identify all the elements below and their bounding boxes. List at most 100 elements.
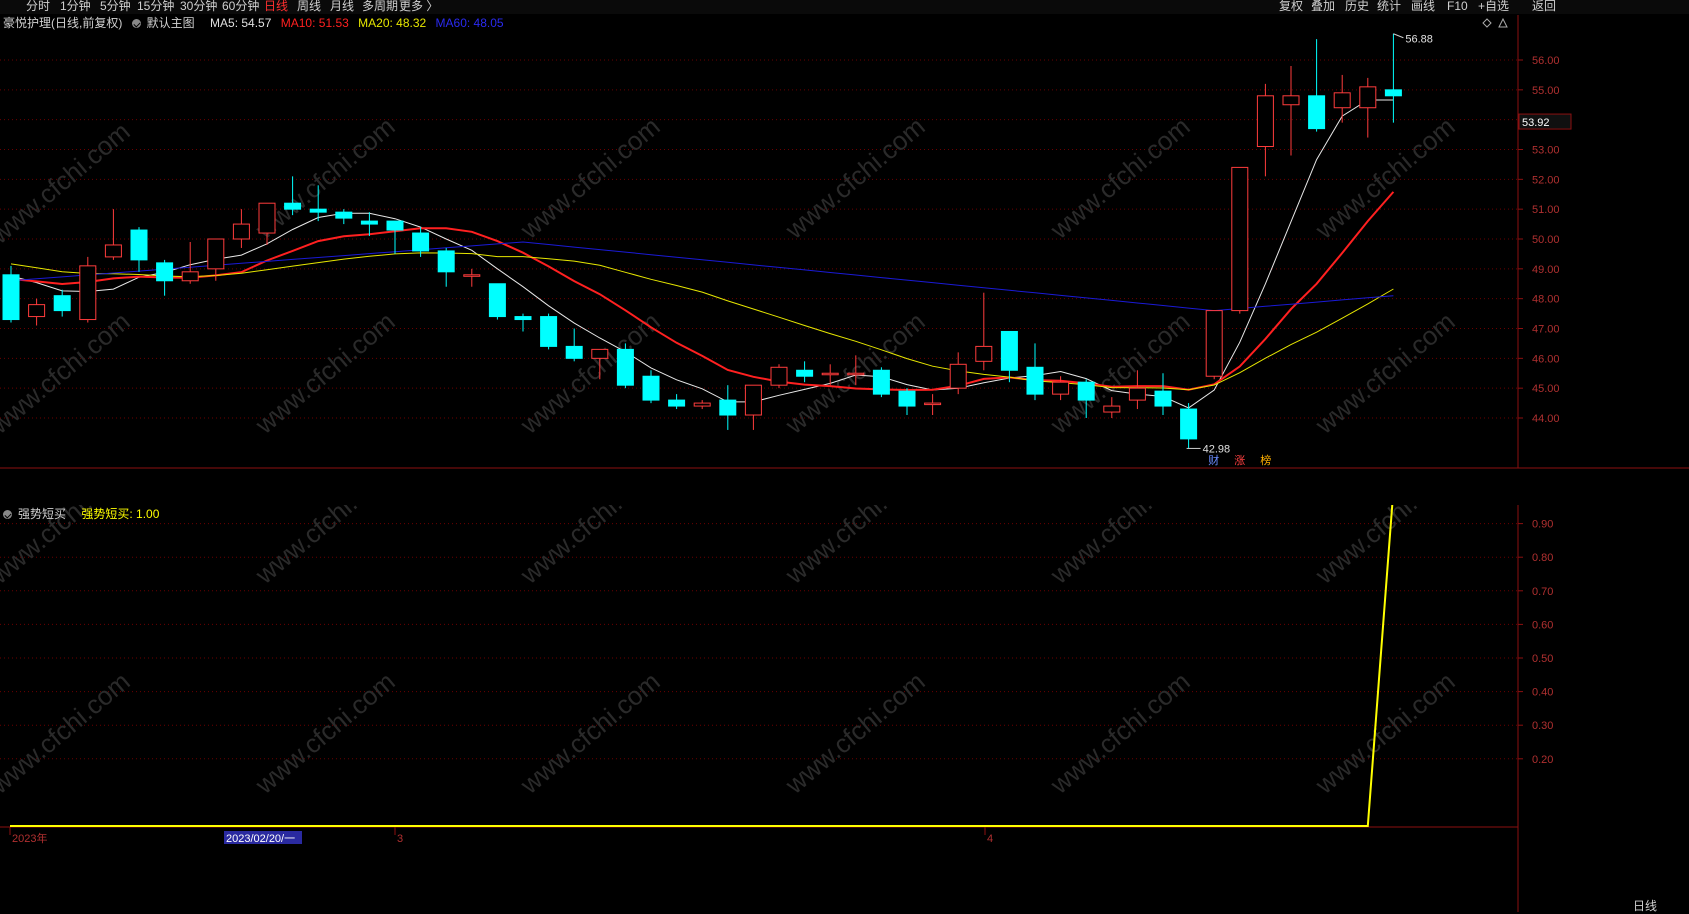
candle[interactable] <box>565 328 583 362</box>
watermark-text: www.cfchi.com <box>779 505 931 590</box>
candle[interactable] <box>130 227 148 272</box>
main-chart-name[interactable]: 默认主图 <box>131 16 201 30</box>
sub-y-tick-label: 0.30 <box>1532 720 1553 732</box>
ma10-value: MA10: 51.53 <box>280 16 349 30</box>
y-tick-label: 48.00 <box>1532 294 1560 306</box>
watermark-text: www.cfchi.com <box>1309 111 1461 245</box>
back-button[interactable]: 返回 <box>1532 0 1556 14</box>
candle[interactable] <box>1308 39 1326 132</box>
stock-title: 豪悦护理(日线,前复权) <box>3 16 123 30</box>
watermark-text: www.cfchi.com <box>1309 306 1461 440</box>
candle[interactable] <box>1384 33 1402 123</box>
candle[interactable] <box>1256 83 1274 177</box>
period-9[interactable]: 多周期 <box>362 0 398 14</box>
candle[interactable] <box>335 209 353 225</box>
candle[interactable] <box>668 394 686 410</box>
candle[interactable] <box>540 313 558 350</box>
candle[interactable] <box>1282 65 1300 156</box>
candle[interactable] <box>437 247 455 287</box>
candle[interactable] <box>1231 166 1249 314</box>
candle[interactable] <box>386 220 404 254</box>
candle[interactable] <box>744 384 762 430</box>
candle[interactable] <box>924 394 942 416</box>
period-3[interactable]: 15分钟 <box>137 0 174 14</box>
triangle-icon[interactable] <box>1498 17 1508 28</box>
candle[interactable] <box>104 209 122 260</box>
candle[interactable] <box>232 209 250 248</box>
high-pointer <box>1393 33 1404 39</box>
candle[interactable] <box>1359 77 1377 138</box>
period-0[interactable]: 分时 <box>26 0 50 14</box>
candle[interactable] <box>693 400 711 410</box>
candle[interactable] <box>360 212 378 237</box>
sub-y-tick-label: 0.50 <box>1532 653 1553 665</box>
indicator-legend: 强势短买 强势短买: 1.00 <box>3 507 165 521</box>
candle[interactable] <box>53 289 71 317</box>
kline-chart[interactable]: www.cfchi.com www.cfchi.com www.cfchi.com w… <box>0 15 1689 503</box>
watermark-text: www.cfchi.com <box>0 666 136 800</box>
period-6[interactable]: 日线 <box>264 0 288 14</box>
add-favorite-button[interactable]: +自选 <box>1478 0 1509 14</box>
watermark-text: www.cfchi.com <box>0 306 136 440</box>
watermark-text: www.cfchi.com <box>1309 666 1461 800</box>
stats-button[interactable]: 统计 <box>1377 0 1401 14</box>
period-5[interactable]: 60分钟 <box>222 0 259 14</box>
watermark-text: www.cfchi.com <box>249 306 401 440</box>
watermark-text: www.cfchi.com <box>249 505 401 590</box>
y-tick-label: 49.00 <box>1532 264 1560 276</box>
candle[interactable] <box>616 343 634 389</box>
history-button[interactable]: 历史 <box>1345 0 1369 14</box>
event-marker[interactable]: 榜 <box>1260 453 1271 467</box>
diamond-icon[interactable] <box>1482 18 1492 28</box>
candle[interactable] <box>181 241 199 284</box>
period-2[interactable]: 5分钟 <box>100 0 131 14</box>
overlay-button[interactable]: 叠加 <box>1311 0 1335 14</box>
candle[interactable] <box>463 268 481 287</box>
period-8[interactable]: 月线 <box>330 0 354 14</box>
period-7[interactable]: 周线 <box>297 0 321 14</box>
candle[interactable] <box>79 256 97 323</box>
candle[interactable] <box>2 265 20 323</box>
candle[interactable] <box>1180 403 1198 449</box>
candle[interactable] <box>898 388 916 416</box>
indicator-chart[interactable]: www.cfchi.com www.cfchi.com www.cfchi.com w… <box>0 505 1689 912</box>
candle[interactable] <box>1333 74 1351 123</box>
sub-y-tick-label: 0.80 <box>1532 552 1553 564</box>
candle[interactable] <box>488 283 506 320</box>
candle[interactable] <box>156 259 174 296</box>
sub-y-tick-label: 0.70 <box>1532 586 1553 598</box>
event-marker[interactable]: 涨 <box>1234 454 1245 467</box>
candle[interactable] <box>1154 373 1172 416</box>
high-label: 56.88 <box>1405 34 1433 46</box>
y-tick-label: 44.00 <box>1532 413 1560 425</box>
ma10-line <box>10 191 1395 392</box>
fuquan-button[interactable]: 复权 <box>1279 0 1303 14</box>
period-10[interactable]: 更多 〉 <box>399 0 438 14</box>
y-tick-label: 46.00 <box>1532 353 1560 365</box>
watermark-text: www.cfchi.com <box>1044 505 1196 590</box>
indicator-name[interactable]: 强势短买 <box>3 507 72 521</box>
x-axis-label: 2023年 <box>12 831 47 845</box>
event-marker[interactable]: 财 <box>1208 453 1219 467</box>
candle[interactable] <box>796 361 814 383</box>
watermark-text: www.cfchi.com <box>1044 666 1196 800</box>
y-tick-label: 47.00 <box>1532 324 1560 336</box>
candle[interactable] <box>1205 310 1223 380</box>
watermark-text: www.cfchi.com <box>779 666 931 800</box>
sub-y-tick-label: 0.20 <box>1532 754 1553 766</box>
current-price-label: 53.92 <box>1522 117 1550 129</box>
candle[interactable] <box>28 298 46 326</box>
candle[interactable] <box>975 292 993 371</box>
candle[interactable] <box>1000 330 1018 383</box>
candle[interactable] <box>719 385 737 430</box>
draw-button[interactable]: 画线 <box>1411 0 1435 14</box>
watermark-text: www.cfchi.com <box>1309 505 1461 590</box>
candle[interactable] <box>642 370 660 404</box>
f10-button[interactable]: F10 <box>1447 0 1468 14</box>
candle[interactable] <box>1026 343 1044 401</box>
period-4[interactable]: 30分钟 <box>180 0 217 14</box>
candle[interactable] <box>872 367 890 398</box>
period-1[interactable]: 1分钟 <box>60 0 91 14</box>
candle[interactable] <box>770 364 788 389</box>
y-tick-label: 52.00 <box>1532 174 1560 186</box>
